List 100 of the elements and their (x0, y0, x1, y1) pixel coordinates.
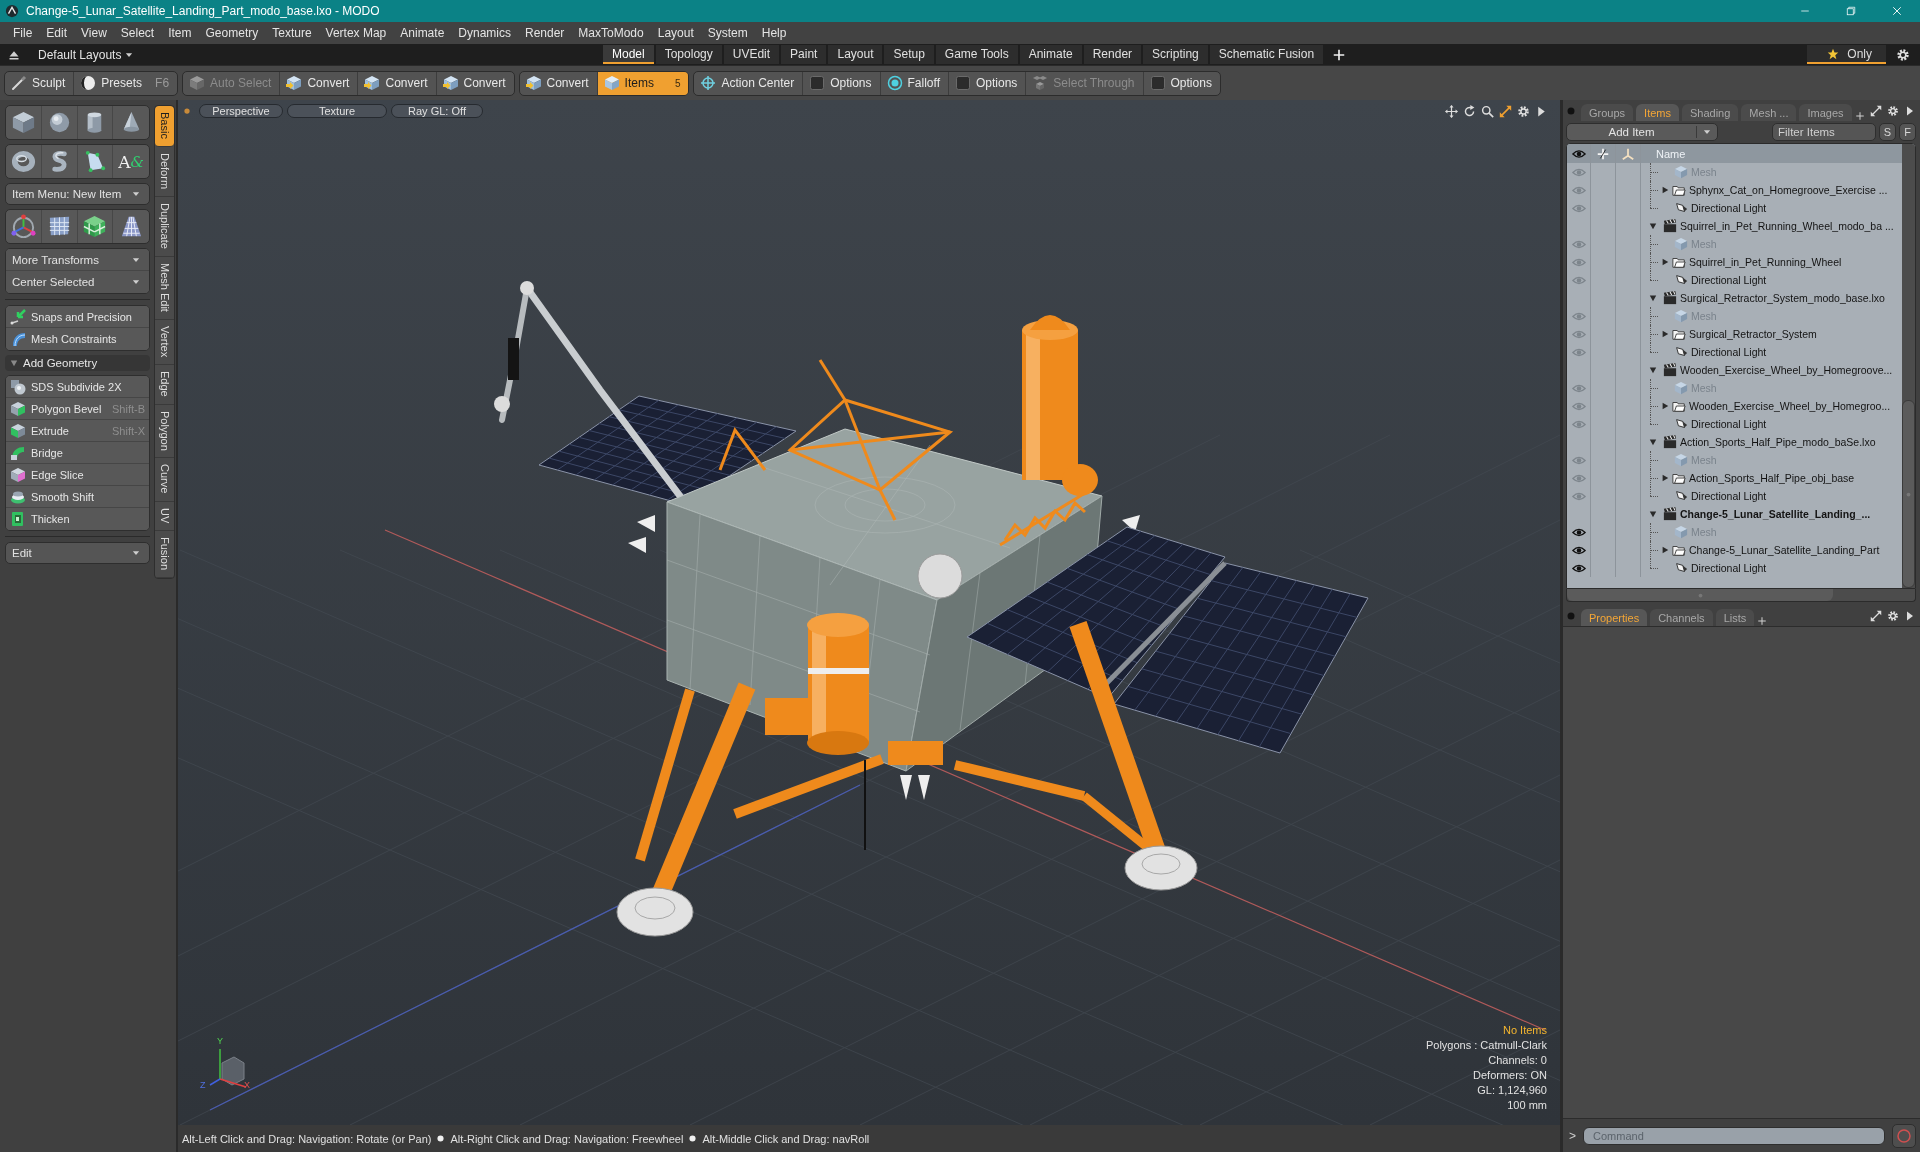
item-name[interactable]: Wooden_Exercise_Wheel_by_Homegroo... (1689, 400, 1891, 412)
menu-item[interactable]: MaxToModo (571, 26, 651, 40)
panel-tab[interactable]: Lists (1715, 609, 1755, 626)
command-field[interactable]: Command (1583, 1126, 1885, 1145)
options-button[interactable]: Options (803, 71, 881, 95)
item-name[interactable]: Directional Light (1691, 202, 1767, 214)
scene-name[interactable]: Change-5_Lunar_Satellite_Landing_... (1680, 508, 1871, 520)
disclosure-triangle-icon[interactable] (1661, 186, 1669, 194)
layout-tab[interactable]: Schematic Fusion (1209, 45, 1324, 64)
disclosure-triangle-icon[interactable] (1649, 366, 1657, 374)
view-option-button[interactable]: Texture (287, 104, 387, 118)
side-tab[interactable]: Deform (155, 146, 174, 197)
menu-item[interactable]: Edit (39, 26, 75, 40)
item-name[interactable]: Directional Light (1691, 346, 1767, 358)
presets-button[interactable]: Presets F6 (74, 71, 178, 95)
side-tab[interactable]: Mesh Edit (155, 256, 174, 320)
disclosure-triangle-icon[interactable] (1661, 474, 1669, 482)
layout-tab[interactable]: Game Tools (935, 45, 1018, 64)
only-toggle[interactable]: Only (1807, 45, 1886, 64)
disclosure-triangle-icon[interactable] (1649, 222, 1657, 230)
side-tab[interactable]: Curve (155, 458, 174, 502)
side-tab[interactable]: Polygon (155, 404, 174, 459)
panel-tab[interactable]: Items (1636, 104, 1679, 121)
scene-name[interactable]: Wooden_Exercise_Wheel_by_Homegroove... (1680, 364, 1893, 376)
rotate-icon[interactable] (1463, 104, 1476, 118)
transform-dropdown[interactable]: More Transforms (6, 249, 149, 271)
convert-button[interactable]: Convert (436, 71, 514, 95)
disclosure-triangle-icon[interactable] (1649, 294, 1657, 302)
disclosure-triangle-icon[interactable] (1649, 438, 1657, 446)
disclosure-triangle-icon[interactable] (1661, 546, 1669, 554)
scroll-thumb[interactable] (1567, 589, 1833, 601)
expand-icon[interactable] (1870, 104, 1882, 117)
scroll-thumb[interactable] (1902, 400, 1915, 588)
panel-tab[interactable]: Images (1799, 104, 1852, 121)
side-tab[interactable]: UV (155, 501, 174, 532)
panel-tab[interactable]: Groups (1581, 104, 1634, 121)
snapping-button[interactable]: Snaps and Precision (6, 306, 149, 328)
falloff-button[interactable]: Falloff (880, 71, 949, 95)
convert-button[interactable]: Convert (358, 71, 437, 95)
disclosure-triangle-icon[interactable] (1649, 510, 1657, 518)
disclosure-triangle-icon[interactable] (1661, 402, 1669, 410)
convert-button[interactable]: Convert (519, 71, 598, 95)
settings-icon[interactable] (1517, 104, 1530, 118)
layout-tab[interactable]: Scripting (1143, 45, 1208, 64)
visibility-eye-icon[interactable] (1571, 545, 1586, 555)
item-name[interactable]: Change-5_Lunar_Satellite_Landing_Part (1689, 544, 1880, 556)
dot-icon[interactable] (1567, 106, 1575, 115)
panel-tab[interactable]: Properties (1581, 609, 1648, 626)
dot-icon[interactable] (184, 108, 190, 114)
panel-tab[interactable]: Mesh ... (1741, 104, 1797, 121)
item-name[interactable]: Squirrel_in_Pet_Running_Wheel (1689, 256, 1842, 268)
options-button[interactable]: Options (949, 71, 1027, 95)
items-button[interactable]: Items 5 (597, 71, 689, 95)
item-menu-dropdown[interactable]: Item Menu: New Item (5, 183, 150, 205)
sculpt-button[interactable]: Sculpt (5, 71, 75, 95)
layout-tab[interactable]: Topology (655, 45, 722, 64)
menu-item[interactable]: Layout (650, 26, 701, 40)
view-option-button[interactable]: Ray GL: Off (391, 104, 483, 118)
layout-tab[interactable]: Setup (884, 45, 934, 64)
side-tab[interactable]: Fusion (155, 531, 174, 579)
menu-item[interactable]: Vertex Map (318, 26, 394, 40)
record-button[interactable] (1892, 1123, 1916, 1148)
item-name[interactable]: Action_Sports_Half_Pipe_obj_base (1689, 472, 1855, 484)
menu-item[interactable]: Animate (393, 26, 452, 40)
menu-item[interactable]: Texture (265, 26, 319, 40)
side-tab[interactable]: Vertex (155, 319, 174, 365)
scene-name[interactable]: Squirrel_in_Pet_Running_Wheel_modo_ba ... (1680, 220, 1894, 232)
menu-item[interactable]: Select (113, 26, 162, 40)
item-name[interactable]: Directional Light (1691, 274, 1767, 286)
layout-tab[interactable]: Animate (1019, 45, 1082, 64)
add-geometry-header[interactable]: Add Geometry (5, 355, 150, 371)
settings-icon[interactable] (1896, 47, 1910, 62)
item-name[interactable]: Sphynx_Cat_on_Homegroove_Exercise ... (1689, 184, 1888, 196)
side-tab[interactable]: Basic (155, 106, 174, 147)
search-icon[interactable] (1481, 104, 1494, 118)
layout-tab[interactable]: Layout (828, 45, 883, 64)
menu-item[interactable]: Geometry (198, 26, 266, 40)
options-button[interactable]: Options (1143, 71, 1220, 95)
convert-button[interactable]: Convert (280, 71, 359, 95)
panel-tab[interactable]: Channels (1650, 609, 1713, 626)
scene-name[interactable]: Surgical_Retractor_System_modo_base.lxo (1680, 292, 1885, 304)
disclosure-triangle-icon[interactable] (10, 359, 18, 367)
menu-item[interactable]: Dynamics (451, 26, 518, 40)
add-item-dropdown[interactable]: Add Item (1566, 123, 1718, 141)
item-name[interactable]: Directional Light (1691, 490, 1767, 502)
filter-toggle-button[interactable]: S (1879, 123, 1896, 141)
layout-preset-dropdown[interactable]: Default Layouts (38, 47, 135, 62)
layout-tab[interactable]: UVEdit (723, 45, 780, 64)
side-tab[interactable]: Duplicate (155, 196, 174, 257)
disclosure-triangle-icon[interactable] (1661, 330, 1669, 338)
settings-icon[interactable] (1887, 609, 1899, 622)
item-name[interactable]: Surgical_Retractor_System (1689, 328, 1817, 340)
expand-icon[interactable] (1870, 609, 1882, 622)
layout-tab[interactable]: Model (603, 45, 654, 64)
menu-item[interactable]: Render (518, 26, 572, 40)
menu-item[interactable]: Item (161, 26, 199, 40)
disclosure-triangle-icon[interactable] (1661, 258, 1669, 266)
expand-icon[interactable] (1499, 104, 1512, 118)
menu-item[interactable]: System (700, 26, 755, 40)
dot-icon[interactable] (1567, 611, 1575, 620)
